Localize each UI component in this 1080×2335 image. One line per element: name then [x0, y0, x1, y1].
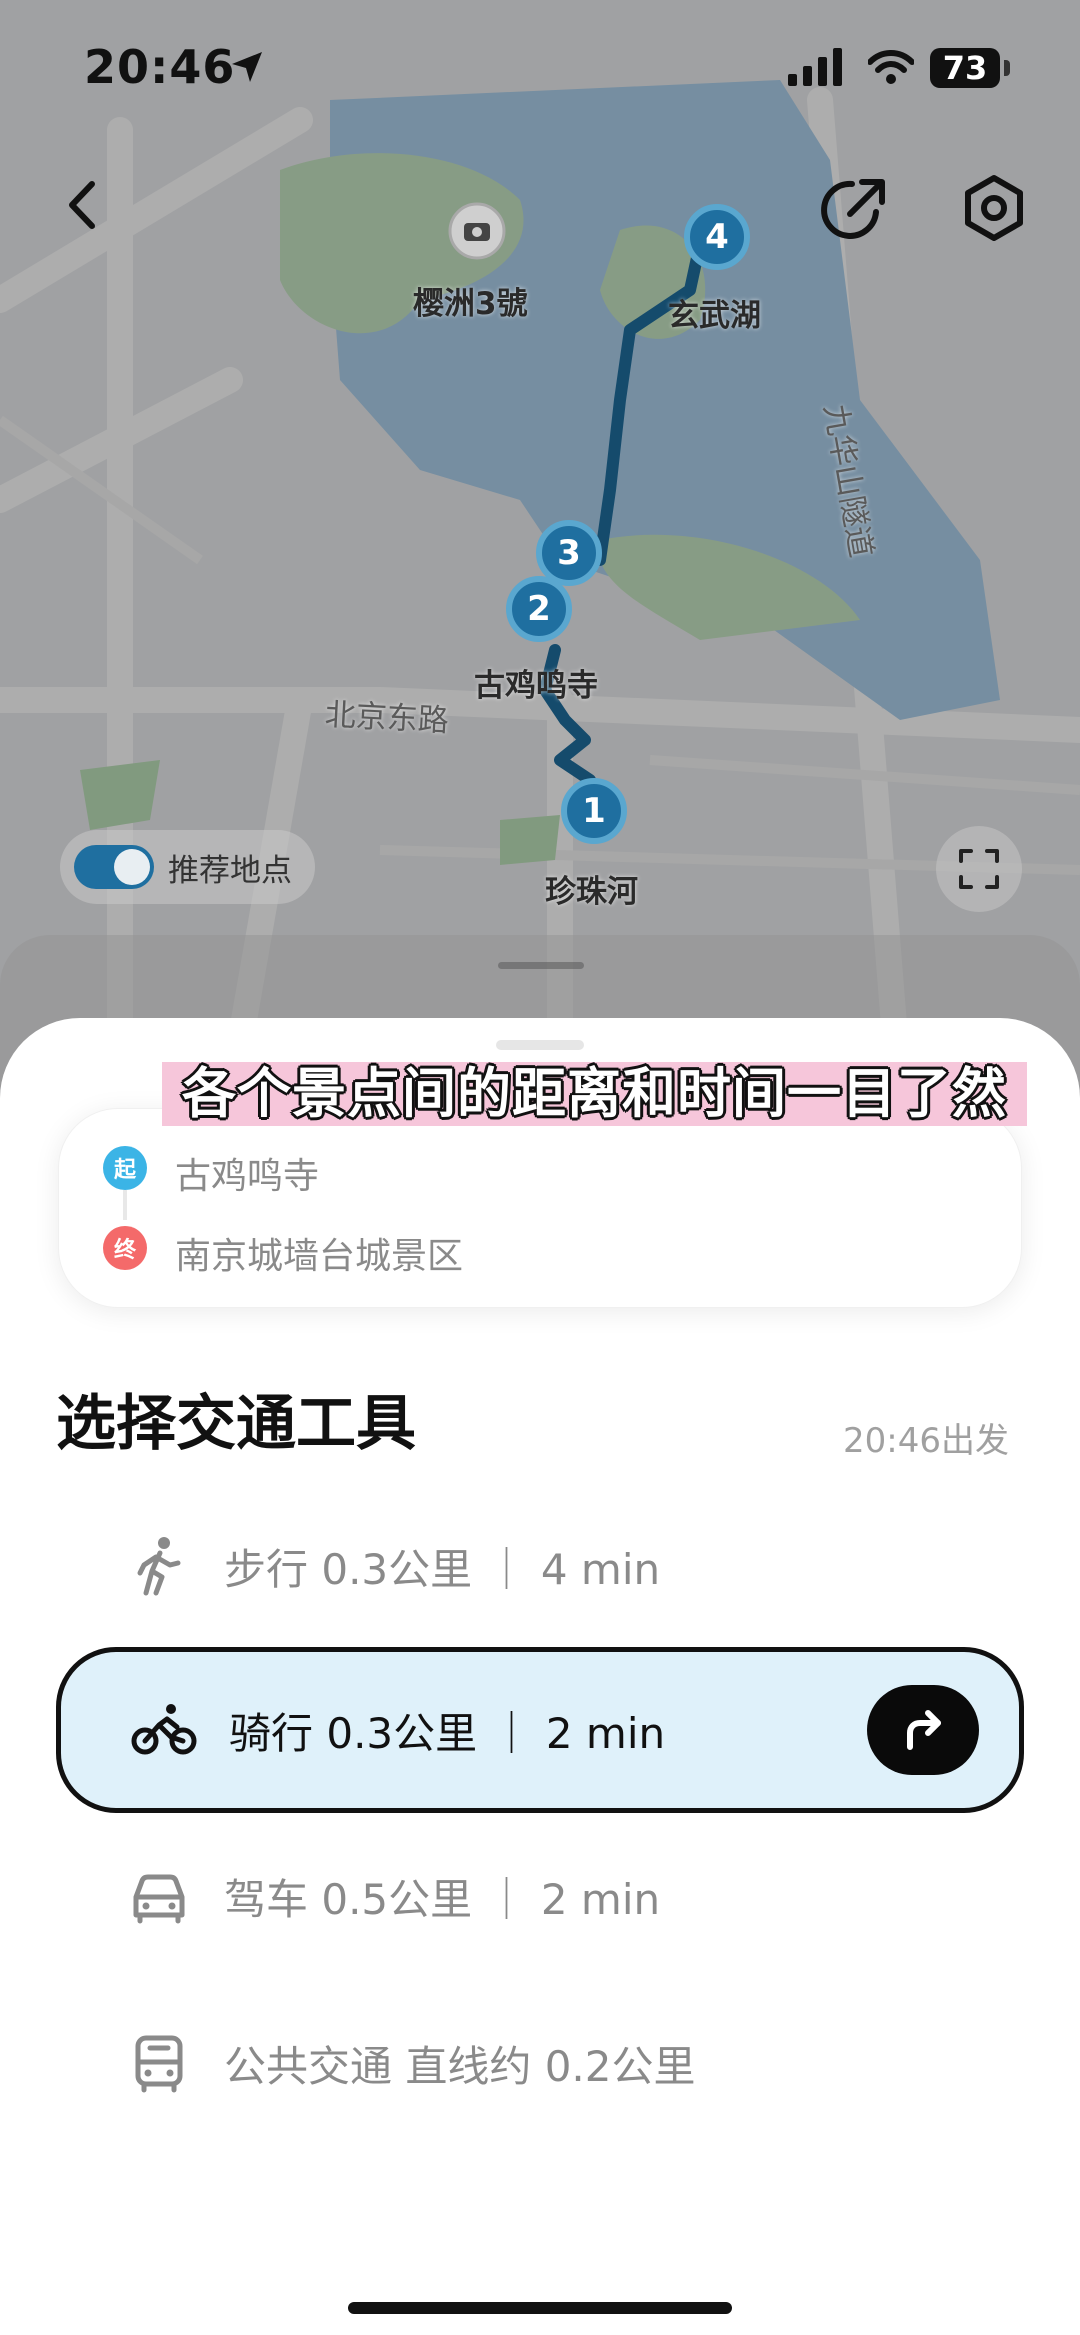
back-button[interactable] — [48, 170, 118, 240]
sheet-drag-handle[interactable] — [496, 1040, 584, 1050]
option-transit[interactable]: 公共交通 直线约 0.2公里 — [56, 1983, 1024, 2143]
transport-title: 选择交通工具 — [56, 1389, 416, 1459]
option-walk[interactable]: 步行 0.3公里 ｜ 4 min — [56, 1486, 1024, 1646]
car-label: 驾车 0.5公里 ｜ 2 min — [224, 1874, 661, 1924]
option-bike[interactable]: 骑行 0.3公里 ｜ 2 min — [56, 1647, 1024, 1813]
road-label-beijing: 北京东路 — [323, 696, 450, 740]
location-arrow-icon — [232, 52, 262, 82]
route-connector — [123, 1190, 127, 1220]
video-caption: 各个景点间的距离和时间一目了然 — [162, 1062, 1027, 1126]
status-bar: 20:46 73 — [0, 0, 1080, 130]
option-car[interactable]: 驾车 0.5公里 ｜ 2 min — [56, 1816, 1024, 1976]
home-indicator[interactable] — [348, 2302, 732, 2314]
bus-icon — [135, 2035, 183, 2093]
recommend-toggle[interactable]: 推荐地点 — [60, 830, 315, 904]
car-icon — [133, 1874, 185, 1924]
transit-label: 公共交通 直线约 0.2公里 — [224, 2041, 696, 2091]
battery-cap — [1004, 60, 1010, 76]
poi-label-yingzhou[interactable]: 樱洲3號 — [413, 278, 528, 323]
route-marker-4[interactable]: 4 — [684, 204, 750, 270]
start-location[interactable]: 古鸡鸣寺 — [175, 1147, 319, 1199]
fullscreen-button[interactable] — [936, 826, 1022, 912]
settings-gear-icon[interactable] — [958, 172, 1030, 244]
wifi-icon — [868, 50, 914, 84]
poi-label-xuanwuhu[interactable]: 玄武湖 — [668, 290, 761, 335]
walk-label: 步行 0.3公里 ｜ 4 min — [224, 1544, 661, 1594]
start-navigation-button[interactable] — [867, 1685, 979, 1775]
turn-right-arrow-icon — [907, 1710, 941, 1750]
depart-time[interactable]: 20:46出发 — [843, 1413, 1009, 1462]
bike-label: 骑行 0.3公里 ｜ 2 min — [229, 1708, 666, 1758]
walk-icon — [137, 1537, 181, 1596]
route-marker-2[interactable]: 2 — [506, 576, 572, 642]
battery-indicator: 73 — [930, 48, 1000, 88]
camera-poi-icon[interactable] — [448, 202, 506, 260]
toggle-knob — [114, 849, 150, 885]
toggle-label: 推荐地点 — [168, 852, 292, 889]
toggle-switch[interactable] — [74, 845, 154, 889]
status-time: 20:46 — [84, 40, 236, 94]
bike-icon — [131, 1704, 197, 1755]
cellular-signal-icon — [788, 48, 842, 86]
start-badge: 起 — [103, 1146, 147, 1190]
map-view[interactable]: 20:46 73 樱洲3號 玄武湖 古鸡鸣寺 北京东路 珍珠河 九华山隧道 4 … — [0, 0, 1080, 1135]
background-sheet-handle — [498, 962, 584, 969]
poi-label-zhenzhuhe[interactable]: 珍珠河 — [545, 866, 638, 911]
end-badge: 终 — [103, 1226, 147, 1270]
share-route-icon[interactable] — [820, 172, 892, 244]
route-marker-1[interactable]: 1 — [561, 778, 627, 844]
poi-label-gujiming[interactable]: 古鸡鸣寺 — [474, 660, 598, 705]
fullscreen-icon — [959, 849, 999, 889]
end-location[interactable]: 南京城墙台城景区 — [175, 1227, 463, 1279]
